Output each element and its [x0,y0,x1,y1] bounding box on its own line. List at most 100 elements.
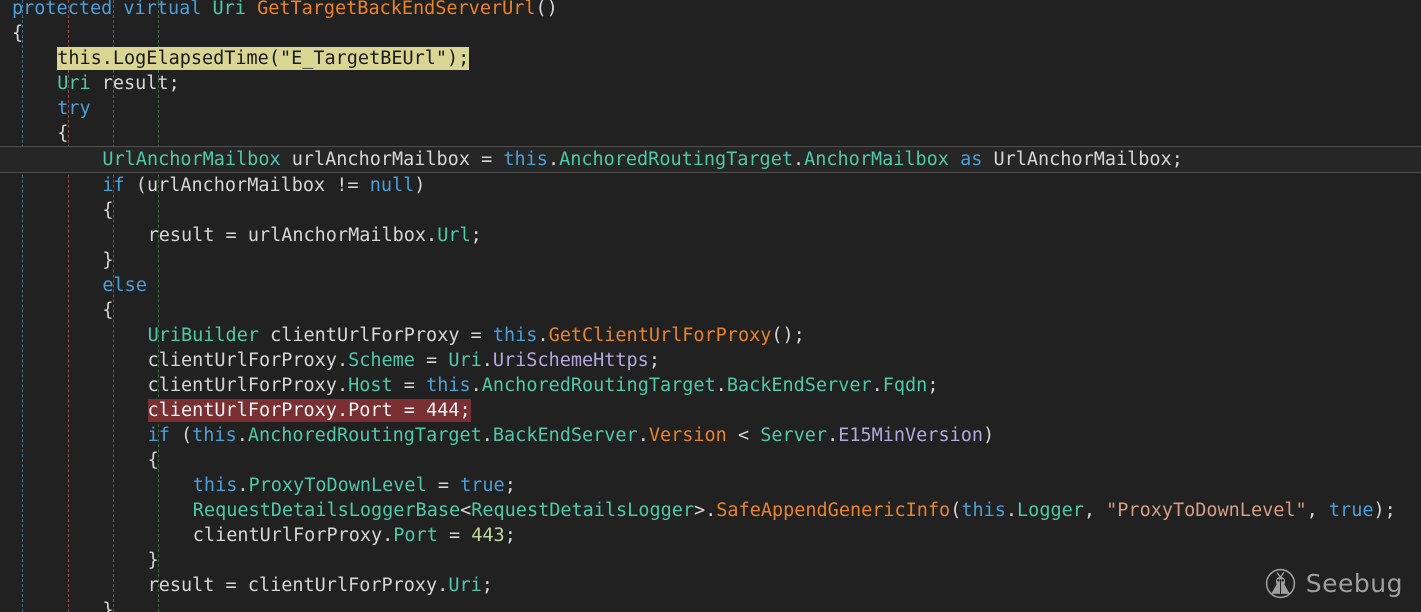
line-safe-append-generic-info[interactable]: RequestDetailsLoggerBase<RequestDetailsL… [0,498,1421,523]
line-method-open-brace[interactable]: { [0,21,1421,46]
code-token: . [871,375,883,396]
code-token: ); [1373,500,1396,521]
code-token: 443 [471,525,505,546]
code-token: . [637,425,649,446]
line-scheme-assign[interactable]: clientUrlForProxy.Scheme = Uri.UriScheme… [0,348,1421,373]
line-proxy-to-down-level[interactable]: this.ProxyToDownLevel = true; [0,473,1421,498]
code-token: { [102,300,114,321]
code-token: (); [771,325,805,346]
line-declare-result[interactable]: Uri result; [0,71,1421,96]
code-token: try [57,98,91,119]
line-else[interactable]: else [0,273,1421,298]
code-token: protected [12,0,113,19]
line-inner-if-open-brace[interactable]: { [0,448,1421,473]
code-token: ProxyToDownLevel [248,475,427,496]
code-token: ( [169,425,193,446]
line-signature[interactable]: protected virtual Uri GetTargetBackEndSe… [0,0,1421,21]
line-result-uri[interactable]: result = clientUrlForProxy.Uri; [0,573,1421,598]
code-token: Port [348,400,393,421]
line-host-assign[interactable]: clientUrlForProxy.Host = this.AnchoredRo… [0,373,1421,398]
line-try[interactable]: try [0,96,1421,121]
code-token: clientUrlForProxy. [147,375,349,396]
code-token: , [1306,500,1329,521]
code-token: . [1005,500,1018,521]
code-token: } [102,600,114,612]
code-token: E15MinVersion [838,425,983,446]
line-url-anchor-mailbox-assign[interactable]: UrlAnchorMailbox urlAnchorMailbox = this… [0,146,1421,173]
code-token: Uri [448,575,482,596]
code-token: . [792,149,805,170]
code-token: ; [481,575,493,596]
code-token: ; [1171,149,1183,170]
code-token: ; [504,475,516,496]
code-token: . [470,375,482,396]
code-token: () [535,0,558,19]
code-token: this [57,48,102,69]
code-token: . [547,149,560,170]
code-token: = [437,525,472,546]
line-if-null-check[interactable]: if (urlAnchorMailbox != null) [0,173,1421,198]
line-try-open-brace[interactable]: { [0,121,1421,146]
code-token: urlAnchorMailbox = [280,149,504,170]
code-token: >. [694,500,717,521]
code-token: Url [437,225,471,246]
line-if-open-brace[interactable]: { [0,198,1421,223]
code-token: "ProxyToDownLevel" [1106,500,1307,521]
code-token: ) [983,425,995,446]
line-else-open-brace[interactable]: { [0,298,1421,323]
code-token: Version [648,425,727,446]
code-token: . [236,425,248,446]
code-lines-container: protected virtual Uri GetTargetBackEndSe… [0,0,1421,612]
code-token: virtual [123,0,202,19]
code-token: SafeAppendGenericInfo [716,500,951,521]
code-token: . [537,325,549,346]
code-token: BackEndServer [726,375,872,396]
code-token: ); [447,48,470,69]
highlighted-statement-red: clientUrlForProxy.Port = 444; [147,399,471,422]
line-log-elapsed-time[interactable]: this.LogElapsedTime("E_TargetBEUrl"); [0,46,1421,71]
code-token: UrlAnchorMailbox [993,149,1172,170]
code-token: . [481,425,493,446]
code-token: . [101,48,113,69]
code-token: this [503,149,548,170]
code-token: Fqdn [882,375,928,396]
line-if-version-check[interactable]: if (this.AnchoredRoutingTarget.BackEndSe… [0,423,1421,448]
code-token: = [426,475,461,496]
code-token: ; [504,525,516,546]
line-result-url[interactable]: result = urlAnchorMailbox.Url; [0,223,1421,248]
code-token: AnchorMailbox [804,149,949,170]
code-token: null [369,175,415,196]
line-uri-builder[interactable]: UriBuilder clientUrlForProxy = this.GetC… [0,323,1421,348]
code-token: Uri [57,73,91,94]
code-token: else [102,275,147,296]
code-token: UriSchemeHttps [492,350,649,371]
code-token: true [1328,500,1374,521]
code-token: ; [459,400,471,421]
line-else-close-brace[interactable]: } [0,598,1421,612]
line-port-444[interactable]: clientUrlForProxy.Port = 444; [0,398,1421,423]
code-token: result = urlAnchorMailbox. [147,225,438,246]
code-token: ; [470,225,482,246]
code-token: as [960,149,983,170]
code-token: = [414,350,449,371]
code-token: { [57,123,69,144]
code-token: clientUrlForProxy. [147,350,349,371]
code-token: this [192,475,238,496]
code-token: . [715,375,727,396]
code-token: BackEndServer [492,425,638,446]
code-token: ( [950,500,962,521]
line-port-443[interactable]: clientUrlForProxy.Port = 443; [0,523,1421,548]
code-token: true [460,475,505,496]
code-token: result = clientUrlForProxy. [147,575,449,596]
code-token: UrlAnchorMailbox [102,149,281,170]
code-token: (urlAnchorMailbox != [124,175,370,196]
line-if-close-brace[interactable]: } [0,248,1421,273]
code-token: this [492,325,538,346]
code-token: AnchoredRoutingTarget [481,375,716,396]
line-inner-if-close-brace[interactable]: } [0,548,1421,573]
code-editor-viewport[interactable]: // protected virtual Uri GetTargetBackEn… [0,0,1421,612]
code-token: . [237,475,249,496]
code-token: RequestDetailsLoggerBase [192,500,461,521]
